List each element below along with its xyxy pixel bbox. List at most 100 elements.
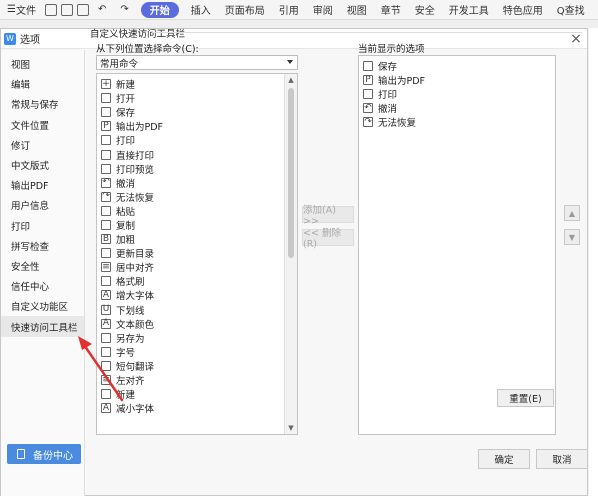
list-item[interactable]: ↷ 无法恢复	[97, 190, 297, 204]
sidebar-item[interactable]: 自定义功能区	[1, 296, 84, 316]
backup-center-button[interactable]: 备份中心	[7, 444, 81, 464]
font-color-icon: A	[101, 318, 111, 329]
list-item-label: 保存	[378, 62, 398, 74]
current-commands-items: 保存 P 输出为PDF 打印 ↶ 撤消 ↷ 无法恢复	[359, 56, 555, 129]
tab-start[interactable]: 开始	[140, 1, 179, 18]
list-item[interactable]: 短句翻译	[97, 359, 297, 373]
list-item[interactable]: A 增大字体	[97, 288, 297, 302]
ribbon-tab[interactable]: 页面布局	[218, 0, 272, 19]
ribbon-tab[interactable]: 特色应用	[496, 0, 550, 19]
list-item[interactable]: 打印	[359, 87, 555, 101]
ribbon-tab[interactable]: 插入	[184, 0, 218, 19]
list-item[interactable]: A 减小字体	[97, 401, 297, 415]
ok-button[interactable]: 确定	[478, 449, 530, 469]
save-icon[interactable]	[44, 3, 57, 16]
undo-icon[interactable]: ↶	[91, 0, 113, 19]
search-button[interactable]: Q查找	[550, 0, 592, 19]
command-source-select[interactable]: 常用命令	[96, 55, 298, 70]
sidebar-item[interactable]: 编辑	[1, 74, 84, 94]
new-doc-icon: +	[101, 78, 111, 90]
sidebar-item[interactable]: 安全性	[1, 256, 84, 276]
move-down-button[interactable]: ▼	[564, 229, 580, 245]
available-commands-list[interactable]: + 新建 打开 保存 P 输出为PDF 打印 直接打印 打印预览 ↶ 撤消 ↷ 无法恢复 粘贴 复制 B 加粗更…	[96, 73, 298, 435]
list-item[interactable]: ↷ 无法恢复	[359, 115, 555, 129]
bold-icon: B	[101, 233, 111, 245]
file-menu[interactable]: ☰ 文件	[0, 0, 43, 19]
current-commands-label: 当前显示的选项	[358, 44, 425, 55]
move-up-button[interactable]: ▲	[564, 205, 580, 221]
remove-button[interactable]: << 删除(R)	[302, 228, 354, 250]
sidebar-item[interactable]: 文件位置	[1, 115, 84, 135]
current-commands-list[interactable]: 保存 P 输出为PDF 打印 ↶ 撤消 ↷ 无法恢复	[358, 55, 556, 435]
app-ribbon: ☰ 文件 ↶ ↷ 开始 插入 页面布局 引用 审阅 视图 章节 安全 开发工具 特色应用 Q查找	[0, 0, 598, 20]
list-item-label: 增大字体	[116, 291, 155, 303]
list-item[interactable]: 另存为	[97, 331, 297, 345]
list-item-label: 撤消	[116, 178, 136, 190]
sidebar-item[interactable]: 用户信息	[1, 195, 84, 215]
ribbon-tab[interactable]: 审阅	[306, 0, 340, 19]
sidebar-item[interactable]: 输出PDF	[1, 175, 84, 195]
sidebar-item[interactable]: 打印	[1, 216, 84, 236]
sidebar-item[interactable]: 信任中心	[1, 276, 84, 296]
list-item[interactable]: 打印	[97, 133, 297, 147]
list-item[interactable]: P 输出为PDF	[97, 119, 297, 133]
list-item[interactable]: 直接打印	[97, 147, 297, 162]
list-item[interactable]: 保存	[97, 105, 297, 119]
font-size-icon	[101, 346, 111, 357]
list-item[interactable]: 打印预览	[97, 162, 297, 176]
ribbon-tab[interactable]: 引用	[272, 0, 306, 19]
list-item[interactable]: 粘贴	[97, 204, 297, 218]
list-item-label: 新建	[116, 80, 136, 92]
print-icon[interactable]	[60, 3, 73, 16]
backup-center-label: 备份中心	[33, 450, 73, 462]
ribbon-tab[interactable]: 章节	[374, 0, 408, 19]
list-item-label: 字号	[116, 347, 136, 359]
list-item[interactable]: 更新目录	[97, 246, 297, 260]
list-item[interactable]: ↶ 撤消	[359, 101, 555, 115]
export-icon[interactable]	[76, 3, 89, 16]
list-item[interactable]: 格式刷	[97, 274, 297, 288]
list-item[interactable]: 新建	[97, 387, 297, 401]
sidebar-item[interactable]: 拼写检查	[1, 236, 84, 256]
list-item[interactable]: 复制	[97, 218, 297, 232]
ribbon-tab[interactable]: 安全	[408, 0, 442, 19]
list-item[interactable]: U 下划线	[97, 303, 297, 317]
list-item[interactable]: B 加粗	[97, 232, 297, 246]
sidebar-item[interactable]: 修订	[1, 135, 84, 155]
list-item[interactable]: A 文本颜色	[97, 317, 297, 331]
redo-icon[interactable]: ↷	[113, 0, 135, 19]
reset-button[interactable]: 重置(E)	[497, 389, 554, 407]
list-item-label: 居中对齐	[116, 263, 155, 275]
available-commands-scrollbar[interactable]: ▲ ▼	[284, 74, 297, 434]
list-item[interactable]: ≡ 左对齐	[97, 373, 297, 387]
scroll-thumb[interactable]	[288, 88, 294, 258]
add-button[interactable]: 添加(A) >>	[302, 205, 354, 227]
save-as-icon	[101, 332, 111, 343]
sidebar-item[interactable]: 中文版式	[1, 155, 84, 175]
printer-icon	[363, 89, 373, 100]
sidebar-item[interactable]: 视图	[1, 54, 84, 74]
sidebar-item[interactable]: 常规与保存	[1, 94, 84, 114]
list-item[interactable]: 保存	[359, 59, 555, 73]
list-item-label: 加粗	[116, 235, 136, 247]
list-item-label: 短句翻译	[116, 361, 155, 373]
quick-print-icon	[101, 149, 111, 160]
list-item[interactable]: ≡ 居中对齐	[97, 260, 297, 274]
list-item[interactable]: 打开	[97, 91, 297, 105]
align-center-icon: ≡	[101, 261, 111, 273]
cancel-button[interactable]: 取消	[536, 449, 588, 469]
list-item[interactable]: P 输出为PDF	[359, 73, 555, 87]
list-item-label: 减小字体	[116, 404, 155, 416]
list-item[interactable]: ↶ 撤消	[97, 176, 297, 190]
list-item[interactable]: + 新建	[97, 77, 297, 91]
list-item[interactable]: 字号	[97, 345, 297, 359]
sidebar-item[interactable]: 快速访问工具栏	[1, 316, 84, 337]
list-item-label: 打印	[378, 90, 398, 102]
underline-icon: U	[101, 304, 111, 315]
scroll-up-icon[interactable]: ▲	[285, 74, 297, 86]
ribbon-tab[interactable]: 视图	[340, 0, 374, 19]
list-item-label: 格式刷	[116, 277, 145, 289]
scroll-down-icon[interactable]: ▼	[285, 422, 297, 434]
ribbon-tab[interactable]: 开发工具	[442, 0, 496, 19]
new-doc-icon	[101, 389, 111, 400]
